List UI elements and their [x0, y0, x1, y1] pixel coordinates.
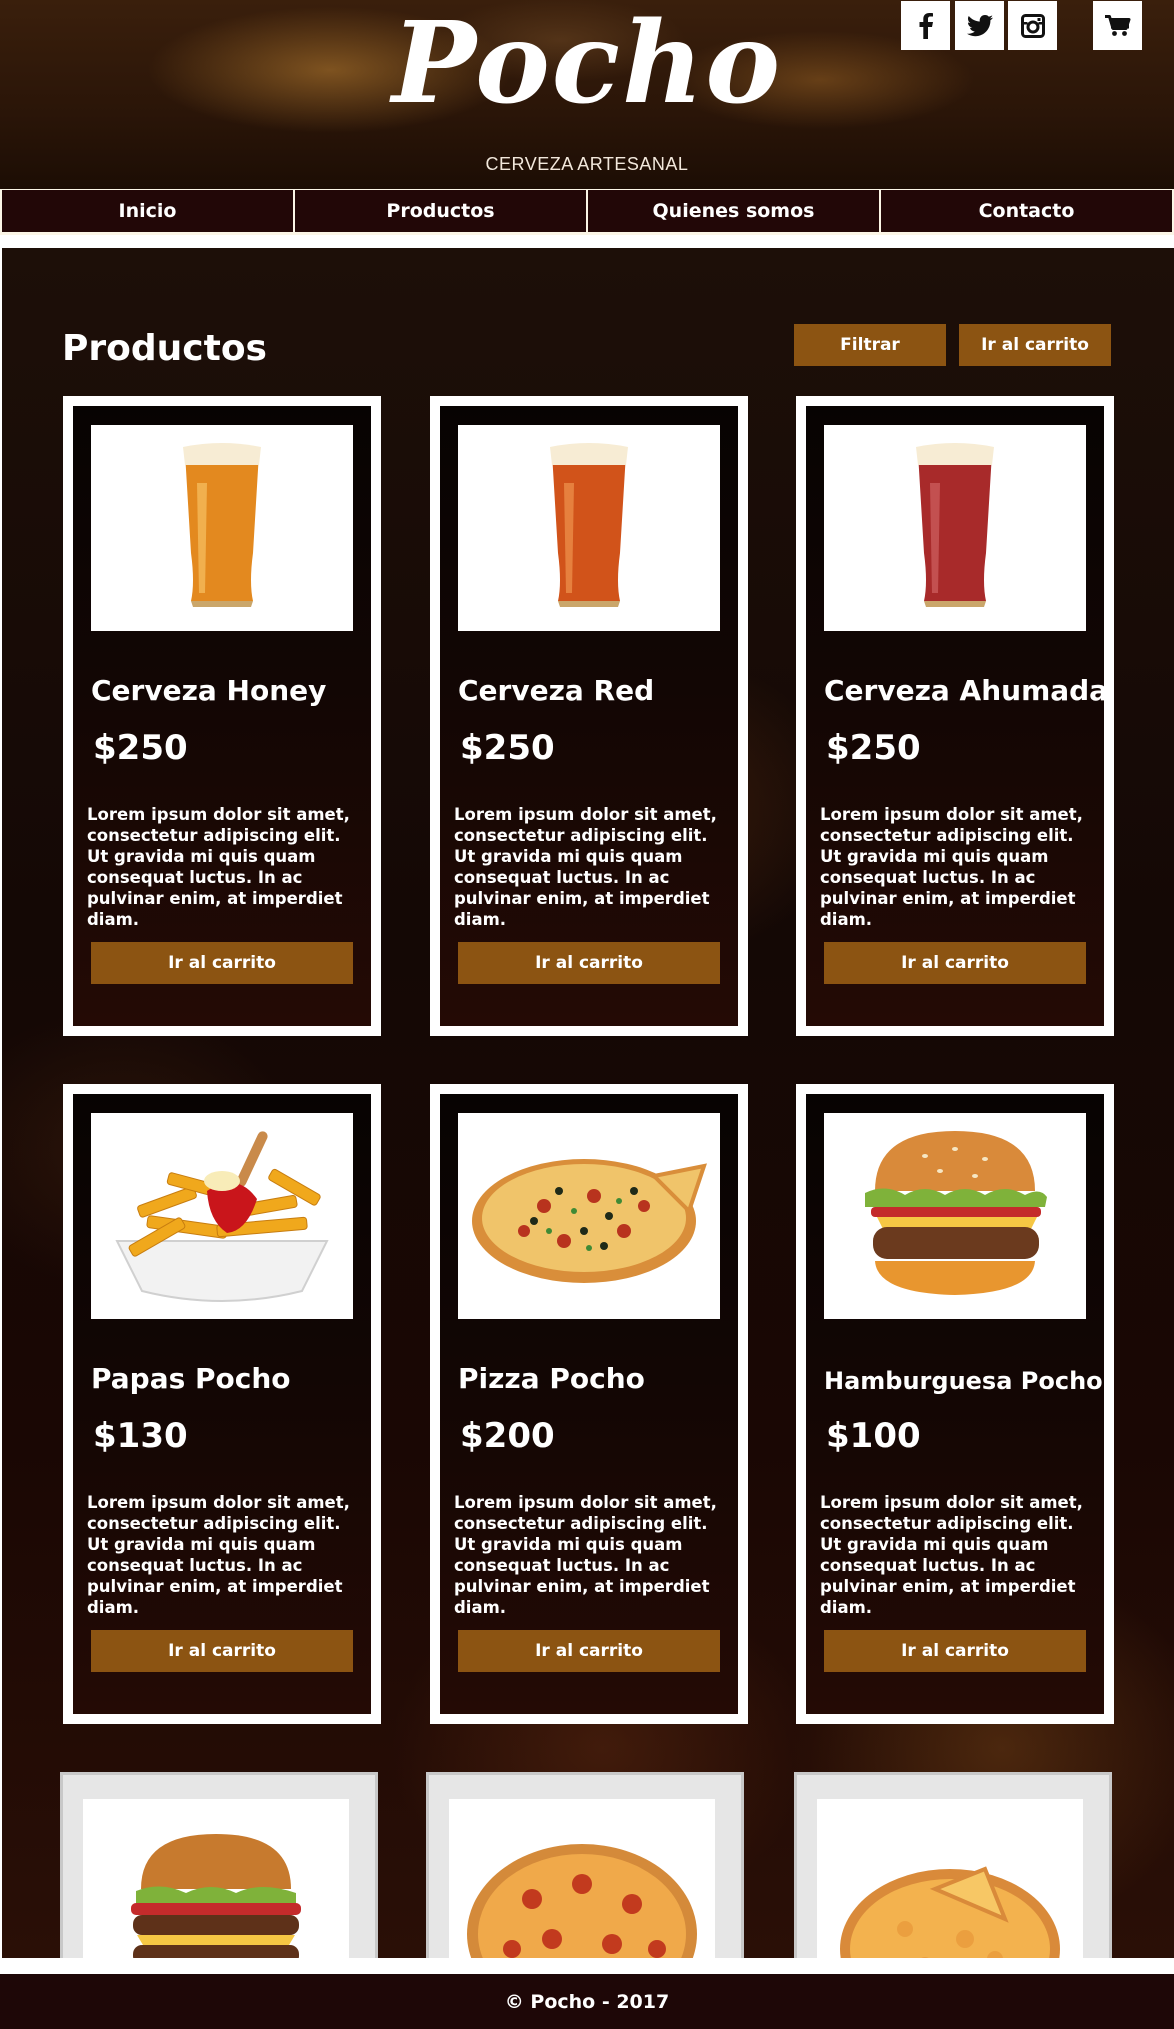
- cheese-pizza-image: [817, 1799, 1083, 1958]
- product-description: Lorem ipsum dolor sit amet, consectetur …: [454, 1493, 717, 1617]
- beer-smoked-image: [824, 425, 1086, 631]
- add-to-cart-button[interactable]: Ir al carrito: [91, 942, 353, 984]
- nav-item-inicio[interactable]: Inicio: [2, 190, 293, 232]
- product-card: Papas Pocho $130 Lorem ipsum dolor sit a…: [63, 1084, 381, 1724]
- product-card: Cerveza Red $250 Lorem ipsum dolor sit a…: [430, 396, 748, 1036]
- product-card: [794, 1772, 1112, 1958]
- product-name: Hamburguesa Pocho: [824, 1367, 1103, 1395]
- double-burger-image: [83, 1799, 349, 1958]
- go-to-cart-button[interactable]: Ir al carrito: [959, 324, 1111, 366]
- products-section: Productos Filtrar Ir al carrito Cerveza …: [2, 248, 1174, 1958]
- pepperoni-pizza-image: [449, 1799, 715, 1958]
- product-card: Cerveza Honey $250 Lorem ipsum dolor sit…: [63, 396, 381, 1036]
- product-price: $130: [93, 1416, 188, 1456]
- burger-image: [824, 1113, 1086, 1319]
- site-tagline: CERVEZA ARTESANAL: [485, 154, 689, 174]
- product-name: Cerveza Red: [458, 674, 655, 707]
- beer-red-image: [458, 425, 720, 631]
- product-card: [60, 1772, 378, 1958]
- shopping-cart-icon: [1104, 14, 1131, 37]
- beer-honey-image: [91, 425, 353, 631]
- product-price: $250: [826, 728, 921, 768]
- main-nav: Inicio Productos Quienes somos Contacto: [0, 189, 1174, 235]
- nav-item-quienes-somos[interactable]: Quienes somos: [588, 190, 879, 232]
- product-name: Cerveza Ahumada: [824, 674, 1109, 707]
- product-name: Papas Pocho: [91, 1362, 291, 1395]
- fries-image: [91, 1113, 353, 1319]
- product-card: Pizza Pocho $200 Lorem ipsum dolor sit a…: [430, 1084, 748, 1724]
- cart-button[interactable]: [1093, 1, 1142, 50]
- product-card: Cerveza Ahumada $250 Lorem ipsum dolor s…: [796, 396, 1114, 1036]
- facebook-icon: [918, 12, 934, 39]
- add-to-cart-button[interactable]: Ir al carrito: [824, 1630, 1086, 1672]
- page-title: Productos: [62, 328, 267, 369]
- product-description: Lorem ipsum dolor sit amet, consectetur …: [87, 805, 350, 929]
- product-description: Lorem ipsum dolor sit amet, consectetur …: [454, 805, 717, 929]
- add-to-cart-button[interactable]: Ir al carrito: [91, 1630, 353, 1672]
- filter-button[interactable]: Filtrar: [794, 324, 946, 366]
- add-to-cart-button[interactable]: Ir al carrito: [824, 942, 1086, 984]
- product-name: Cerveza Honey: [91, 674, 327, 707]
- nav-item-contacto[interactable]: Contacto: [881, 190, 1172, 232]
- site-header: Pocho CERVEZA ARTESANAL: [0, 0, 1174, 190]
- instagram-icon: [1020, 13, 1045, 38]
- product-price: $100: [826, 1416, 921, 1456]
- product-card: [426, 1772, 744, 1958]
- product-card: Hamburguesa Pocho $100 Lorem ipsum dolor…: [796, 1084, 1114, 1724]
- product-description: Lorem ipsum dolor sit amet, consectetur …: [820, 1493, 1083, 1617]
- product-description: Lorem ipsum dolor sit amet, consectetur …: [87, 1493, 350, 1617]
- nav-item-productos[interactable]: Productos: [295, 190, 586, 232]
- add-to-cart-button[interactable]: Ir al carrito: [458, 942, 720, 984]
- instagram-button[interactable]: [1008, 1, 1057, 50]
- site-footer: © Pocho - 2017: [0, 1974, 1174, 2029]
- product-price: $250: [93, 728, 188, 768]
- add-to-cart-button[interactable]: Ir al carrito: [458, 1630, 720, 1672]
- twitter-button[interactable]: [955, 1, 1004, 50]
- facebook-button[interactable]: [901, 1, 950, 50]
- twitter-icon: [966, 14, 993, 37]
- pizza-image: [458, 1113, 720, 1319]
- product-price: $200: [460, 1416, 555, 1456]
- copyright-text: © Pocho - 2017: [504, 1990, 670, 2013]
- product-description: Lorem ipsum dolor sit amet, consectetur …: [820, 805, 1083, 929]
- product-price: $250: [460, 728, 555, 768]
- product-name: Pizza Pocho: [458, 1362, 645, 1395]
